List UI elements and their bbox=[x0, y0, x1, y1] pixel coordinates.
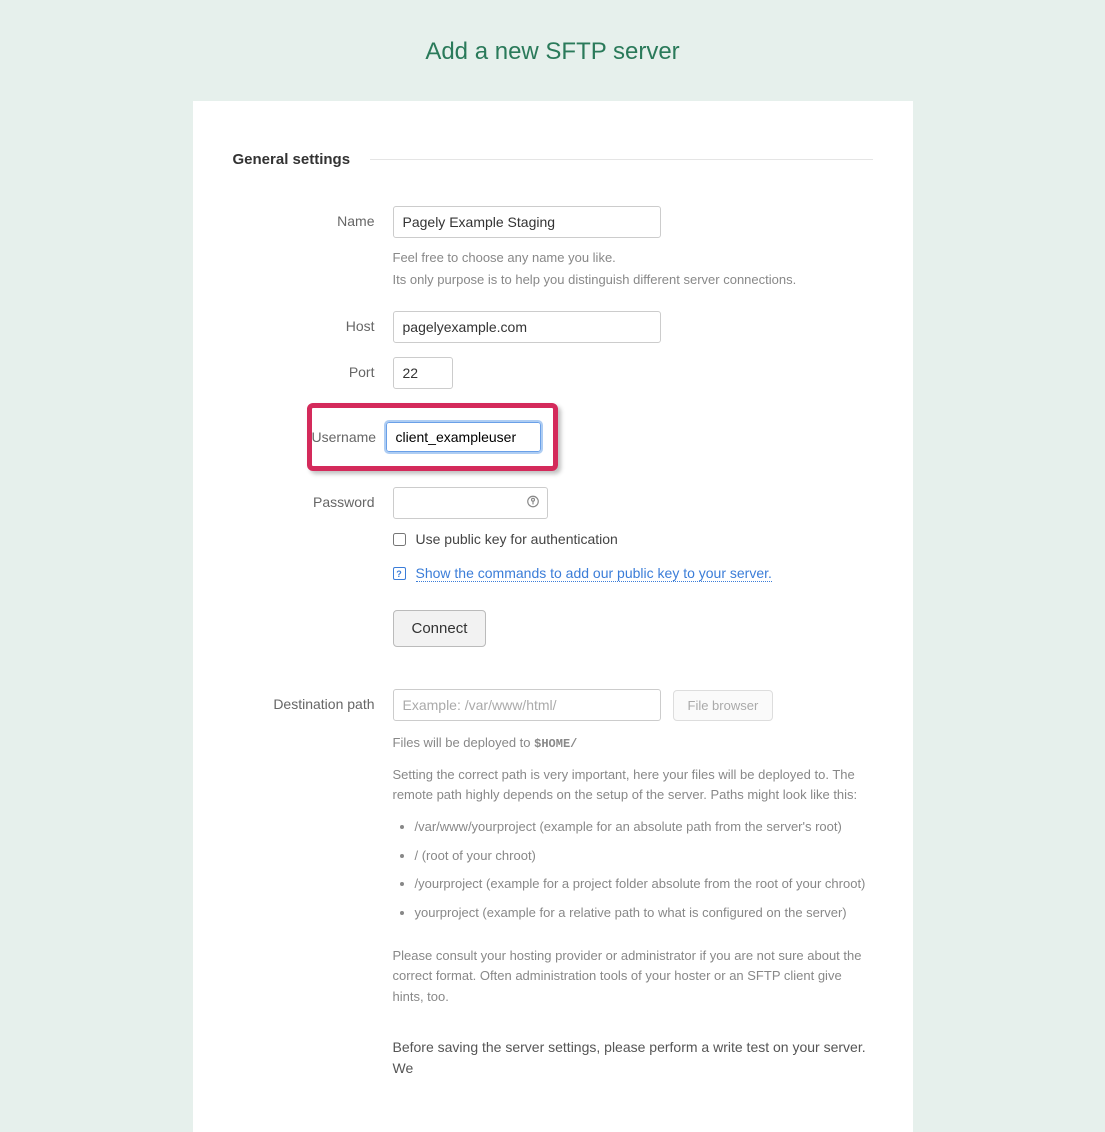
path-example: yourproject (example for a relative path… bbox=[415, 903, 873, 923]
deploy-note: Files will be deployed to $HOME/ bbox=[393, 735, 873, 751]
deploy-code: $HOME/ bbox=[534, 737, 577, 751]
section-header: General settings bbox=[233, 151, 873, 168]
path-examples-list: /var/www/yourproject (example for an abs… bbox=[393, 817, 873, 922]
username-label: Username bbox=[312, 429, 386, 445]
file-browser-button[interactable]: File browser bbox=[673, 690, 774, 721]
name-input[interactable] bbox=[393, 206, 661, 238]
show-commands-link[interactable]: Show the commands to add our public key … bbox=[416, 565, 772, 582]
username-input[interactable] bbox=[386, 422, 541, 452]
page-title: Add a new SFTP server bbox=[0, 38, 1105, 66]
consult-text: Please consult your hosting provider or … bbox=[393, 946, 873, 1006]
password-input[interactable] bbox=[393, 487, 548, 519]
path-example: / (root of your chroot) bbox=[415, 846, 873, 866]
section-divider bbox=[370, 159, 872, 160]
host-input[interactable] bbox=[393, 311, 661, 343]
destination-input[interactable] bbox=[393, 689, 661, 721]
name-label: Name bbox=[233, 206, 393, 229]
section-title: General settings bbox=[233, 151, 371, 168]
password-label: Password bbox=[233, 487, 393, 510]
public-key-checkbox[interactable] bbox=[393, 533, 406, 546]
connect-button[interactable]: Connect bbox=[393, 610, 487, 647]
host-label: Host bbox=[233, 311, 393, 334]
destination-label: Destination path bbox=[233, 689, 393, 712]
name-help-1: Feel free to choose any name you like. bbox=[393, 248, 873, 268]
password-manager-icon[interactable] bbox=[526, 495, 540, 512]
username-highlight: Username bbox=[307, 403, 558, 471]
info-icon: ? bbox=[393, 567, 406, 580]
name-help-2: Its only purpose is to help you distingu… bbox=[393, 270, 873, 290]
destination-description: Setting the correct path is very importa… bbox=[393, 765, 873, 805]
settings-panel: General settings Name Feel free to choos… bbox=[193, 101, 913, 1132]
public-key-label: Use public key for authentication bbox=[416, 531, 618, 547]
path-example: /yourproject (example for a project fold… bbox=[415, 874, 873, 894]
path-example: /var/www/yourproject (example for an abs… bbox=[415, 817, 873, 837]
port-label: Port bbox=[233, 357, 393, 380]
port-input[interactable] bbox=[393, 357, 453, 389]
deploy-prefix: Files will be deployed to bbox=[393, 735, 535, 750]
write-test-text: Before saving the server settings, pleas… bbox=[393, 1037, 873, 1079]
